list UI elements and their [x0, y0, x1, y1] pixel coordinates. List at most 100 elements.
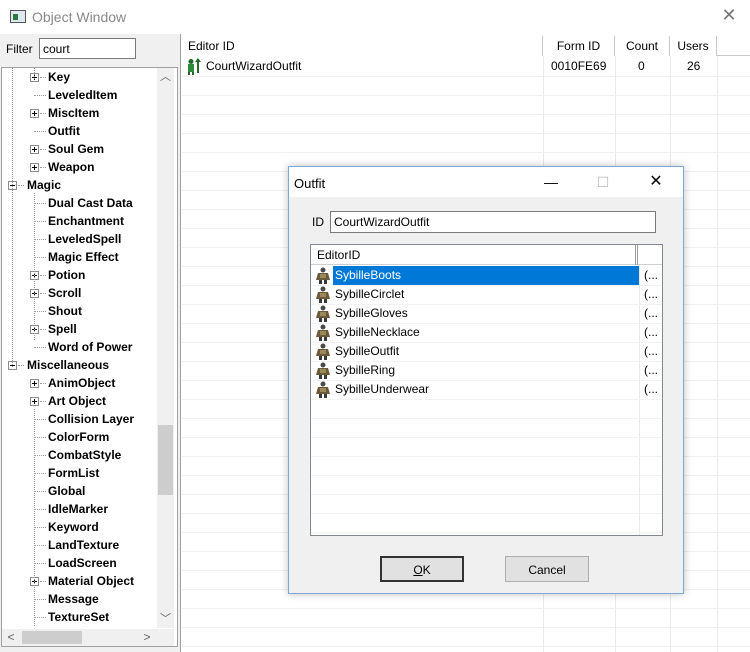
expand-icon[interactable]	[30, 379, 39, 388]
tree-item-label: ColorForm	[48, 430, 110, 444]
outfit-dialog: Outfit — ☐ ✕ ID EditorID SybilleBoots (..…	[288, 166, 684, 594]
list-item-detail: (...	[644, 344, 658, 358]
expand-icon[interactable]	[30, 145, 39, 154]
tree-item[interactable]: Material Object	[2, 572, 156, 590]
dialog-title: Outfit	[294, 176, 326, 191]
list-item-detail: (...	[644, 268, 658, 282]
column-header-editorid[interactable]: EditorID	[311, 245, 638, 265]
tree-item-label: Miscellaneous	[27, 358, 110, 372]
list-item-name: SybilleOutfit	[335, 344, 400, 358]
tree-item[interactable]: Miscellaneous	[2, 356, 156, 374]
tree-item-label: CombatStyle	[48, 448, 122, 462]
category-tree: Key LeveledItem MiscItem Outfit Soul Gem Weap…	[1, 67, 178, 647]
tree-item-label: Global	[48, 484, 86, 498]
tree-item-label: LoadScreen	[48, 556, 117, 570]
editor-id-cell: CourtWizardOutfit	[206, 59, 302, 73]
tree-item[interactable]: LoadScreen	[2, 554, 156, 572]
tree-item[interactable]: Potion	[2, 266, 156, 284]
column-header-users[interactable]: Users	[670, 36, 717, 56]
tree-item-label: LeveledItem	[48, 88, 118, 102]
list-item[interactable]: SybilleGloves (...	[311, 304, 662, 323]
expand-icon[interactable]	[30, 397, 39, 406]
tree-item[interactable]: Key	[2, 68, 156, 86]
tree-item[interactable]: IdleMarker	[2, 500, 156, 518]
list-item[interactable]: SybilleUnderwear (...	[311, 380, 662, 399]
tree-item[interactable]: LeveledItem	[2, 86, 156, 104]
tree-item[interactable]: Art Object	[2, 392, 156, 410]
list-item-detail: (...	[644, 325, 658, 339]
count-cell: 0	[638, 59, 645, 73]
tree-item[interactable]: Word of Power	[2, 338, 156, 356]
list-item[interactable]: SybilleRing (...	[311, 361, 662, 380]
tree-item[interactable]: Message	[2, 590, 156, 608]
list-item[interactable]: SybilleBoots (...	[311, 266, 662, 285]
list-header: Editor ID Form ID Count Users	[182, 36, 750, 56]
column-header-form-id[interactable]: Form ID	[543, 36, 615, 56]
tree-item[interactable]: Scroll	[2, 284, 156, 302]
list-item[interactable]: SybilleNecklace (...	[311, 323, 662, 342]
app-icon	[10, 10, 26, 23]
tree-item[interactable]: Collision Layer	[2, 410, 156, 428]
tree-item[interactable]: LandTexture	[2, 536, 156, 554]
scroll-up-icon[interactable]: ︿	[159, 70, 172, 84]
tree-item[interactable]: ColorForm	[2, 428, 156, 446]
scrollbar-thumb[interactable]	[22, 631, 82, 644]
list-item-detail: (...	[644, 363, 658, 377]
expand-icon[interactable]	[30, 163, 39, 172]
window-title: Object Window	[32, 9, 127, 25]
tree-item-label: Scroll	[48, 286, 82, 300]
tree-horizontal-scrollbar[interactable]: < >	[2, 629, 174, 646]
tree-item[interactable]: FormList	[2, 464, 156, 482]
filter-input[interactable]	[39, 38, 136, 59]
list-item-detail: (...	[644, 287, 658, 301]
tree-item[interactable]: LeveledSpell	[2, 230, 156, 248]
scroll-down-icon[interactable]: ﹀	[159, 612, 172, 626]
npc-icon	[188, 58, 201, 75]
scroll-left-icon[interactable]: <	[4, 630, 18, 644]
tree-item[interactable]: Outfit	[2, 122, 156, 140]
list-item-name: SybilleBoots	[333, 266, 404, 285]
tree-item[interactable]: TextureSet	[2, 608, 156, 626]
list-item[interactable]: SybilleCirclet (...	[311, 285, 662, 304]
ok-button[interactable]: OK	[380, 556, 464, 582]
tree-item[interactable]: Soul Gem	[2, 140, 156, 158]
tree-item[interactable]: AnimObject	[2, 374, 156, 392]
tree-item[interactable]: Dual Cast Data	[2, 194, 156, 212]
close-icon[interactable]: ✕	[720, 6, 738, 24]
column-header-extra[interactable]	[641, 245, 662, 265]
tree-item[interactable]: Magic Effect	[2, 248, 156, 266]
users-cell: 26	[687, 59, 701, 73]
column-header-editor-id[interactable]: Editor ID	[182, 36, 543, 56]
armor-icon	[316, 343, 330, 360]
scrollbar-thumb[interactable]	[158, 425, 173, 495]
scroll-right-icon[interactable]: >	[140, 630, 154, 644]
armor-icon	[316, 267, 330, 284]
tree-item[interactable]: MiscItem	[2, 104, 156, 122]
tree-item-label: Enchantment	[48, 214, 125, 228]
table-row[interactable]: CourtWizardOutfit 0010FE69 0 26	[182, 57, 750, 76]
tree-item-label: Spell	[48, 322, 77, 336]
tree-item[interactable]: Magic	[2, 176, 156, 194]
tree-vertical-scrollbar[interactable]: ︿ ﹀	[157, 68, 174, 628]
id-label: ID	[312, 215, 324, 229]
tree-item[interactable]: Enchantment	[2, 212, 156, 230]
tree-item[interactable]: Global	[2, 482, 156, 500]
minimize-icon[interactable]: —	[537, 171, 565, 193]
tree-item-label: Magic Effect	[48, 250, 119, 264]
cancel-button[interactable]: Cancel	[505, 556, 589, 582]
list-item-detail: (...	[644, 306, 658, 320]
tree-item-label: Material Object	[48, 574, 135, 588]
maximize-icon: ☐	[596, 174, 610, 190]
close-icon[interactable]: ✕	[642, 171, 670, 193]
tree-item[interactable]: Weapon	[2, 158, 156, 176]
list-item-name: SybilleUnderwear	[335, 382, 430, 396]
list-item-name: SybilleNecklace	[335, 325, 420, 339]
tree-item[interactable]: Spell	[2, 320, 156, 338]
tree-item[interactable]: CombatStyle	[2, 446, 156, 464]
tree-item[interactable]: Keyword	[2, 518, 156, 536]
expand-icon[interactable]	[30, 109, 39, 118]
list-item[interactable]: SybilleOutfit (...	[311, 342, 662, 361]
column-header-count[interactable]: Count	[615, 36, 670, 56]
tree-item[interactable]: Shout	[2, 302, 156, 320]
id-field[interactable]	[330, 211, 656, 233]
